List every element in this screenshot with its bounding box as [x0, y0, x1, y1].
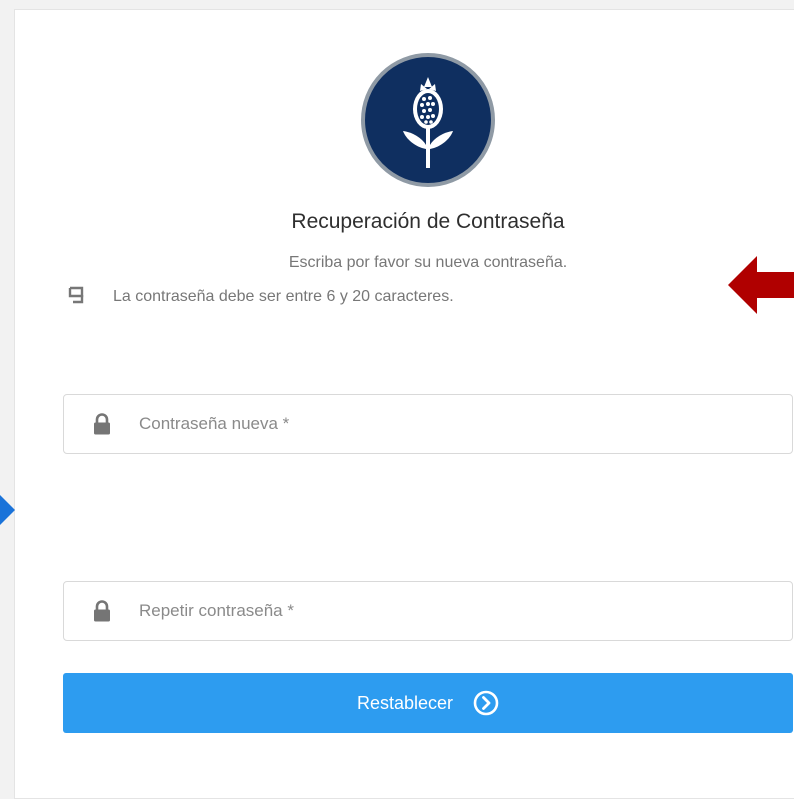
password-recovery-card: Recuperación de Contraseña Escriba por f… — [14, 9, 794, 799]
lock-icon — [92, 413, 112, 435]
reset-button-label: Restablecer — [356, 692, 454, 713]
new-password-input[interactable] — [139, 395, 792, 453]
password-rule-text: La contraseña debe ser entre 6 y 20 cara… — [113, 288, 454, 305]
annotation-arrow-blue-icon — [0, 495, 15, 525]
repeat-password-input[interactable] — [139, 582, 792, 640]
annotation-arrow-red-icon — [728, 256, 794, 314]
password-rule: La contraseña debe ser entre 6 y 20 cara… — [67, 285, 454, 309]
chevron-circle-right-icon — [473, 690, 499, 716]
lock-icon — [92, 600, 112, 622]
new-password-field[interactable] — [63, 394, 793, 454]
reset-password-button[interactable]: Restablecer — [63, 673, 793, 733]
pomegranate-logo-icon — [403, 77, 453, 168]
page-subtitle: Escriba por favor su nueva contraseña. — [288, 254, 568, 271]
logo — [361, 53, 495, 187]
info-rule-icon — [67, 285, 85, 310]
page-title: Recuperación de Contraseña — [291, 210, 565, 233]
repeat-password-field[interactable] — [63, 581, 793, 641]
